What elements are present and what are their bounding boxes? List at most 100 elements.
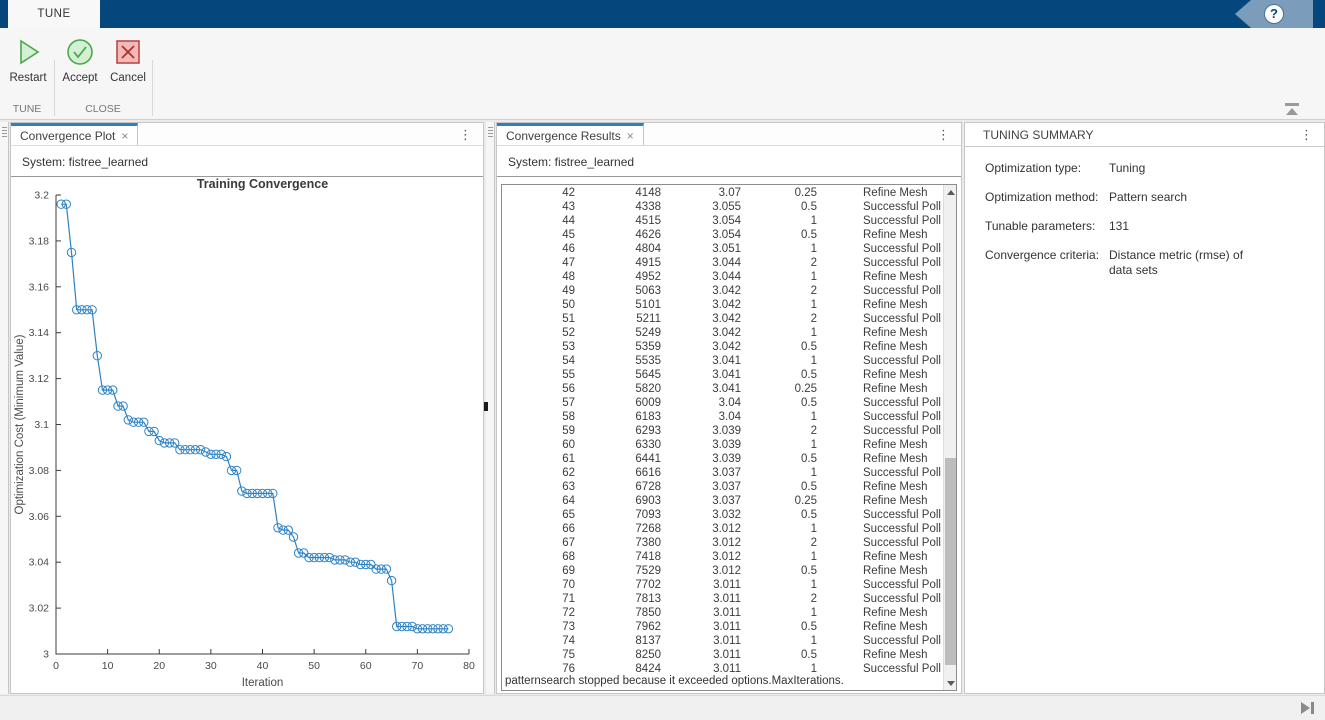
kebab-menu-icon[interactable]: ⋮ — [932, 125, 955, 145]
play-icon — [12, 36, 44, 68]
svg-text:50: 50 — [308, 660, 320, 672]
table-cell: 44 — [503, 214, 575, 228]
table-cell: 3.055 — [661, 200, 741, 214]
table-cell: 0.5 — [741, 200, 817, 214]
panel-splitter-handle[interactable] — [484, 402, 488, 411]
table-cell: 0.5 — [741, 480, 817, 494]
cancel-button[interactable]: Cancel — [102, 36, 154, 84]
tuning-summary-panel: TUNING SUMMARY ⋮ Optimization type: Tuni… — [964, 122, 1325, 694]
table-row: 6164413.0390.5Refine Mesh — [503, 452, 943, 466]
table-cell: 62 — [503, 466, 575, 480]
table-row: 6367283.0370.5Refine Mesh — [503, 480, 943, 494]
table-cell: 7962 — [575, 620, 661, 634]
table-row: 5152113.0422Successful Poll — [503, 312, 943, 326]
table-row: 6672683.0121Successful Poll — [503, 522, 943, 536]
table-cell: Refine Mesh — [817, 620, 928, 634]
close-icon[interactable]: × — [121, 129, 128, 143]
table-cell: 3.011 — [661, 620, 741, 634]
field-value: Pattern search — [1109, 190, 1269, 205]
tab-convergence-plot[interactable]: Convergence Plot × — [11, 123, 138, 145]
table-cell: 3.011 — [661, 634, 741, 648]
table-cell: 5101 — [575, 298, 661, 312]
table-cell: 4148 — [575, 186, 661, 200]
table-row: 4648043.0511Successful Poll — [503, 242, 943, 256]
svg-text:70: 70 — [412, 660, 424, 672]
grip-icon — [2, 127, 7, 139]
table-cell: 1 — [741, 242, 817, 256]
svg-text:3.18: 3.18 — [29, 235, 50, 247]
divider — [497, 176, 961, 177]
collapse-ribbon-icon[interactable] — [1284, 103, 1300, 117]
table-cell: 1 — [741, 606, 817, 620]
table-cell: 49 — [503, 284, 575, 298]
restart-button[interactable]: Restart — [2, 36, 54, 84]
field-label: Optimization method: — [985, 190, 1109, 205]
plot-system-label: System: fistree_learned — [11, 146, 483, 176]
table-cell: 0.25 — [741, 382, 817, 396]
table-row: 6773803.0122Successful Poll — [503, 536, 943, 550]
convergence-results-panel: Convergence Results × ⋮ System: fistree_… — [496, 122, 962, 694]
results-tabbar: Convergence Results × ⋮ — [497, 123, 961, 146]
field-value: Tuning — [1109, 161, 1269, 176]
table-cell: 0.5 — [741, 228, 817, 242]
tab-convergence-results[interactable]: Convergence Results × — [497, 123, 644, 145]
table-cell: 75 — [503, 648, 575, 662]
table-cell: Refine Mesh — [817, 494, 928, 508]
ribbon-tab-tune[interactable]: TUNE — [8, 0, 100, 28]
scroll-up-arrow-icon[interactable] — [944, 185, 957, 199]
svg-text:40: 40 — [257, 660, 269, 672]
table-cell: 3.054 — [661, 228, 741, 242]
table-cell: 3.042 — [661, 298, 741, 312]
vertical-scrollbar[interactable] — [943, 185, 956, 690]
x-square-icon — [112, 36, 144, 68]
table-cell: 64 — [503, 494, 575, 508]
plot-tabbar: Convergence Plot × ⋮ — [11, 123, 483, 146]
table-cell: Successful Poll — [817, 578, 941, 592]
help-button[interactable]: ? — [1264, 4, 1284, 24]
table-cell: 6009 — [575, 396, 661, 410]
table-cell: 6293 — [575, 424, 661, 438]
table-cell: 63 — [503, 480, 575, 494]
table-cell: 3.012 — [661, 564, 741, 578]
table-cell: 5645 — [575, 368, 661, 382]
scrollbar-thumb[interactable] — [945, 458, 956, 665]
kebab-menu-icon[interactable]: ⋮ — [454, 125, 477, 145]
ribbon-body: Restart Accept Cancel TUNE CLOSE — [0, 28, 1325, 120]
plot-panel-drag-handle[interactable] — [0, 122, 9, 694]
table-cell: 6616 — [575, 466, 661, 480]
table-row: 7178133.0112Successful Poll — [503, 592, 943, 606]
table-cell: 8137 — [575, 634, 661, 648]
table-cell: Refine Mesh — [817, 480, 928, 494]
table-cell: 54 — [503, 354, 575, 368]
svg-text:3.16: 3.16 — [29, 281, 50, 293]
tab-convergence-plot-label: Convergence Plot — [20, 129, 115, 143]
table-cell: Successful Poll — [817, 424, 941, 438]
table-cell: 5249 — [575, 326, 661, 340]
table-cell: 0.5 — [741, 452, 817, 466]
field-label: Convergence criteria: — [985, 248, 1109, 278]
table-cell: 52 — [503, 326, 575, 340]
summary-row-convergence-criteria: Convergence criteria: Distance metric (r… — [985, 248, 1324, 278]
table-cell: Successful Poll — [817, 634, 941, 648]
table-row: 6063303.0391Refine Mesh — [503, 438, 943, 452]
table-row: 5962933.0392Successful Poll — [503, 424, 943, 438]
table-cell: Successful Poll — [817, 242, 941, 256]
table-row: 4749153.0442Successful Poll — [503, 256, 943, 270]
ribbon-group-label-close: CLOSE — [54, 103, 152, 115]
table-cell: 3.039 — [661, 424, 741, 438]
table-cell: 2 — [741, 592, 817, 606]
table-cell: 1 — [741, 550, 817, 564]
close-icon[interactable]: × — [627, 129, 634, 143]
accept-button[interactable]: Accept — [54, 36, 106, 84]
scroll-down-arrow-icon[interactable] — [944, 676, 957, 690]
table-cell: 1 — [741, 522, 817, 536]
table-cell: 6330 — [575, 438, 661, 452]
kebab-menu-icon[interactable]: ⋮ — [1295, 125, 1318, 145]
svg-text:3.2: 3.2 — [34, 190, 49, 202]
table-row: 4849523.0441Refine Mesh — [503, 270, 943, 284]
solver-status-message: patternsearch stopped because it exceede… — [505, 673, 943, 689]
expand-panel-icon[interactable] — [1301, 701, 1317, 715]
table-row: 7481373.0111Successful Poll — [503, 634, 943, 648]
table-cell: 3.012 — [661, 536, 741, 550]
table-cell: 1 — [741, 466, 817, 480]
